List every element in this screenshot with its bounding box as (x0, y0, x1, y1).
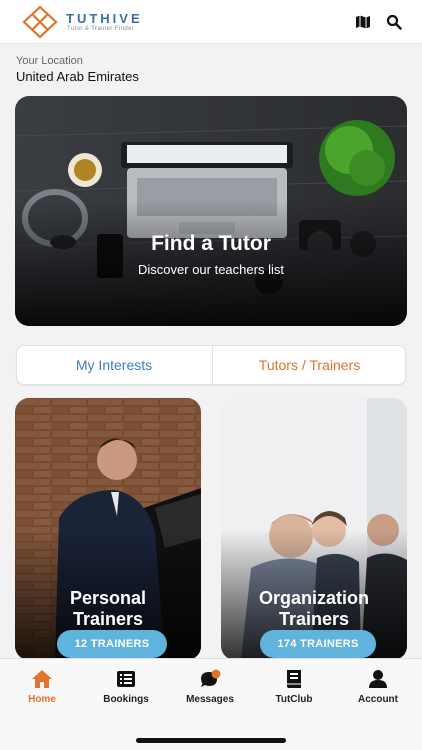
map-icon[interactable] (355, 14, 371, 30)
home-indicator (136, 738, 286, 743)
organization-trainers-count[interactable]: 174 TRAINERS (260, 630, 376, 658)
tab-messages[interactable]: Messages (168, 669, 252, 705)
location-label: Your Location (16, 55, 83, 67)
tuthive-logo (22, 5, 58, 39)
location-value[interactable]: United Arab Emirates (16, 69, 139, 84)
hero-subtitle: Discover our teachers list (138, 262, 284, 277)
tab-messages-label: Messages (186, 694, 234, 705)
tab-tutclub-label: TutClub (275, 694, 313, 705)
top-bar: TUTHIVE Tutor & Trainer Finder (0, 0, 422, 44)
home-icon (32, 670, 52, 688)
tab-tutclub[interactable]: TutClub (252, 669, 336, 705)
find-tutor-card[interactable] (15, 96, 407, 326)
list-icon (117, 671, 135, 687)
chat-icon (201, 669, 221, 687)
my-interests-button[interactable]: My Interests (17, 346, 211, 384)
brand-name: TUTHIVE (66, 11, 143, 26)
tab-bookings[interactable]: Bookings (84, 669, 168, 705)
search-icon[interactable] (386, 14, 402, 30)
tab-account[interactable]: Account (336, 669, 420, 705)
book-icon (287, 670, 301, 688)
desk-photo (15, 96, 407, 326)
brand-tagline: Tutor & Trainer Finder (67, 26, 135, 32)
personal-trainers-title-line1: Personal (69, 588, 147, 608)
tab-account-label: Account (358, 694, 398, 705)
tab-home-label: Home (28, 694, 56, 705)
organization-trainers-title: Organization Trainers (221, 588, 407, 630)
bottom-tab-bar: Home Bookings Messages TutClub Account (0, 658, 422, 750)
tab-home[interactable]: Home (0, 669, 84, 705)
organization-trainers-title-line2: Trainers (278, 609, 350, 629)
segmented-control: My Interests Tutors / Trainers (16, 345, 406, 385)
tab-bookings-label: Bookings (103, 694, 149, 705)
tutors-trainers-button[interactable]: Tutors / Trainers (212, 346, 406, 384)
personal-trainers-title: Personal Trainers (15, 588, 201, 630)
user-icon (369, 670, 387, 688)
personal-trainers-title-line2: Trainers (72, 609, 144, 629)
personal-trainers-count[interactable]: 12 TRAINERS (57, 630, 167, 658)
hero-title: Find a Tutor (151, 232, 271, 255)
organization-trainers-title-line1: Organization (258, 588, 369, 608)
